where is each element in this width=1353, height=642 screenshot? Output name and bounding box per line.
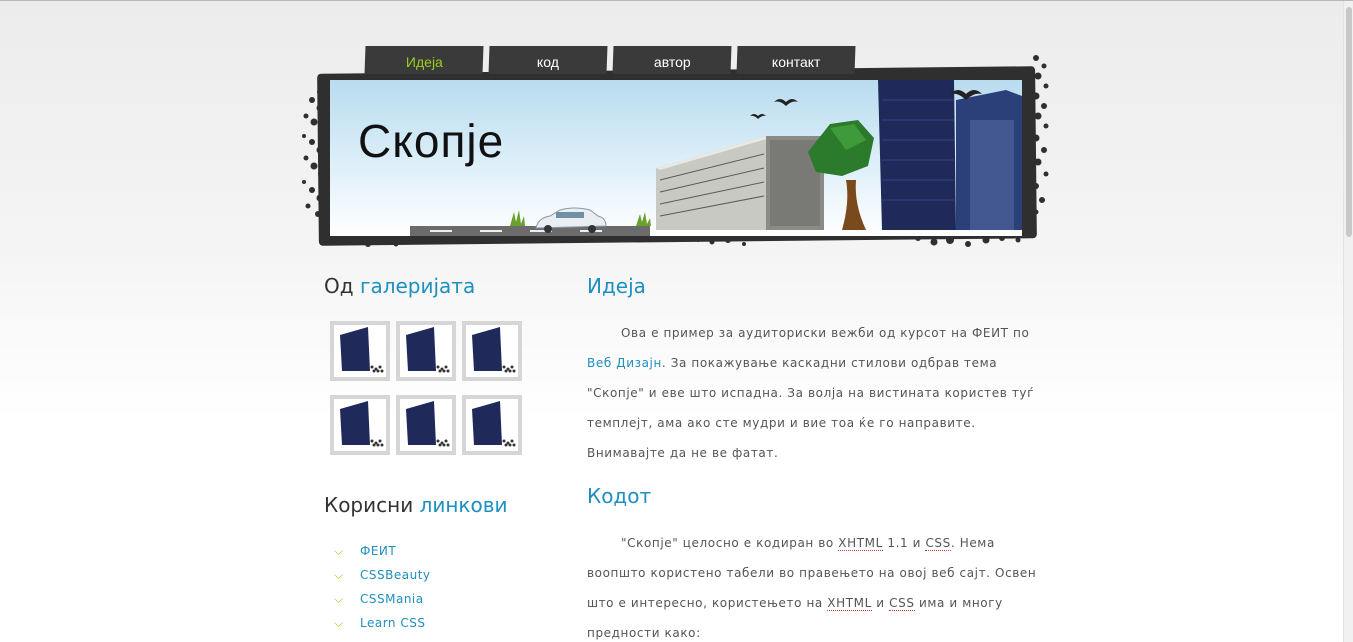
gallery-thumbnail[interactable]: [462, 395, 522, 455]
code-paragraph: "Скопје" целосно е кодиран во XHTML 1.1 …: [587, 536, 1037, 640]
list-item: ⌵ Learn CSS: [334, 611, 554, 635]
chevron-down-icon: ⌵: [334, 544, 344, 558]
link-web-design[interactable]: Веб Дизајн: [587, 356, 662, 370]
section-heading-idea: Идеја: [587, 274, 646, 298]
abbr-xhtml[interactable]: XHTML: [827, 596, 872, 611]
chevron-down-icon: ⌵: [334, 616, 344, 630]
abbr-css[interactable]: CSS: [925, 536, 951, 551]
gallery-thumbnail[interactable]: [330, 395, 390, 455]
gallery-heading: Од галеријата: [324, 274, 476, 298]
idea-paragraph: Ова е пример за аудиториски вежби од кур…: [587, 326, 1035, 460]
site-header: Идеја код автор контакт Скопје: [298, 0, 1058, 256]
tab-ideja[interactable]: Идеја: [364, 46, 484, 74]
car-icon: [535, 207, 607, 233]
gallery-thumbnail[interactable]: [396, 321, 456, 381]
gallery-grid: [330, 321, 550, 469]
tab-avtor[interactable]: автор: [612, 46, 732, 74]
links-heading: Корисни линкови: [324, 493, 508, 517]
gallery-thumbnail[interactable]: [462, 321, 522, 381]
banner-image: Скопје: [330, 80, 1022, 236]
main-content: Идеја Ова е пример за аудиториски вежби …: [587, 270, 1037, 642]
gallery-thumbnail[interactable]: [330, 321, 390, 381]
city-illustration: [510, 80, 1022, 233]
scrollbar-thumb[interactable]: [1346, 7, 1352, 237]
abbr-css[interactable]: CSS: [889, 596, 915, 611]
tab-kod[interactable]: код: [488, 46, 608, 74]
list-item: ⌵ CSSBeauty: [334, 563, 554, 587]
link-feit[interactable]: ФЕИТ: [360, 544, 396, 558]
link-cssbeauty[interactable]: CSSBeauty: [360, 568, 431, 582]
tab-kontakt[interactable]: контакт: [736, 46, 856, 74]
sidebar: Од галеријата Корисни линкови ⌵ ФЕИТ ⌵ CSS…: [324, 270, 554, 635]
abbr-xhtml[interactable]: XHTML: [838, 536, 883, 551]
list-item: ⌵ CSSMania: [334, 587, 554, 611]
list-item: ⌵ ФЕИТ: [334, 539, 554, 563]
gallery-thumbnail[interactable]: [396, 395, 456, 455]
scrollbar[interactable]: [1343, 1, 1353, 642]
link-learn-css[interactable]: Learn CSS: [360, 616, 425, 630]
useful-links-list: ⌵ ФЕИТ ⌵ CSSBeauty ⌵ CSSMania ⌵ Learn CSS: [334, 539, 554, 635]
link-cssmania[interactable]: CSSMania: [360, 592, 424, 606]
chevron-down-icon: ⌵: [334, 592, 344, 606]
section-heading-code: Кодот: [587, 484, 652, 508]
chevron-down-icon: ⌵: [334, 568, 344, 582]
